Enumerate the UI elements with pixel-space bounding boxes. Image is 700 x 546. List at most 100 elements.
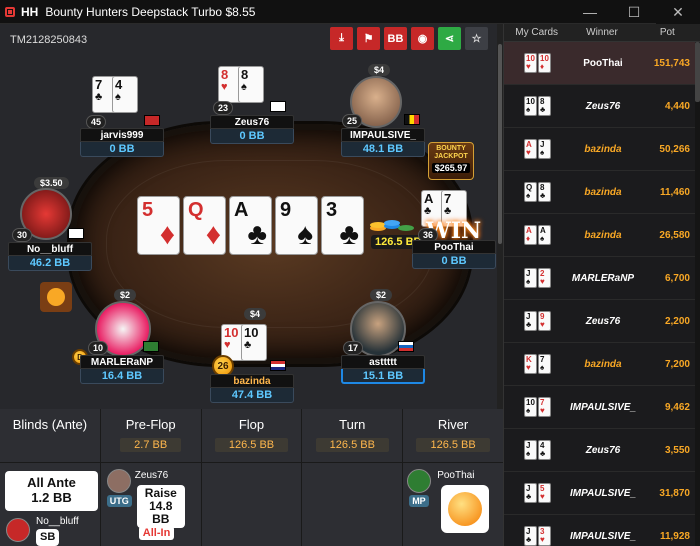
bb-toggle-button[interactable]: BB (384, 27, 407, 50)
mini-card: 10 ♠ (524, 96, 537, 116)
mini-card: J ♠ (524, 440, 537, 460)
winner-name: Zeus76 (585, 315, 621, 327)
board-card: Q ♦ (183, 196, 226, 255)
mini-card: J ♣ (524, 526, 537, 546)
mini-card: J ♠ (538, 139, 551, 159)
mini-card: 5 ♥ (538, 483, 551, 503)
seat-asttttt[interactable]: asttttt 15.1 BB (341, 355, 425, 384)
hand-row[interactable]: J ♣ 3 ♥ IMPAULSIVE_ 11,928 (504, 515, 700, 546)
player-level-badge: 23 (213, 101, 234, 115)
header-winner[interactable]: Winner (569, 27, 634, 38)
hole-cards-zeus: 8 ♥ 8 ♠ (218, 66, 264, 103)
flag-button[interactable]: ⚑ (357, 27, 380, 50)
hole-cards-jarvis: 7 ♣ 4 ♠ (92, 76, 138, 113)
title-bar: HH Bounty Hunters Deepstack Turbo $8.55 … (0, 0, 700, 24)
ante-box: All Ante 1.2 BB (5, 471, 98, 511)
seat-poothai[interactable]: PooThai 0 BB (412, 240, 496, 269)
hand-row[interactable]: 10 ♠ 8 ♣ Zeus76 4,440 (504, 85, 700, 128)
winner-name: IMPAULSIVE_ (570, 401, 636, 413)
hand-row[interactable]: 10 ♠ 7 ♥ IMPAULSIVE_ 9,462 (504, 386, 700, 429)
flag-hongkong-icon (144, 115, 160, 126)
pot-value: 4,440 (664, 100, 690, 112)
board-card: 9 ♠ (275, 196, 318, 255)
winner-name: PooThai (583, 57, 623, 69)
header-pot[interactable]: Pot (635, 27, 700, 38)
mini-card: 7 ♠ (538, 354, 551, 374)
mini-card: 10 ♠ (524, 397, 537, 417)
action-player-name: No__bluff (36, 516, 79, 527)
window-title: Bounty Hunters Deepstack Turbo $8.55 (45, 4, 256, 19)
jackpot-subtitle: JACKPOT (434, 153, 468, 160)
my-cards: J ♣ 5 ♥ (504, 483, 562, 503)
hand-row[interactable]: Q ♠ 8 ♣ bazinda 11,460 (504, 171, 700, 214)
hand-row[interactable]: A ♥ J ♠ bazinda 50,266 (504, 128, 700, 171)
hand-row[interactable]: A ♦ A ♠ bazinda 26,580 (504, 214, 700, 257)
app-name: HH (21, 4, 39, 19)
hand-row[interactable]: J ♠ 2 ♥ MARLERaNP 6,700 (504, 257, 700, 300)
sidebar-scrollbar[interactable] (695, 42, 700, 546)
position-badge: MP (409, 495, 429, 507)
mini-card: K ♥ (524, 354, 537, 374)
download-button[interactable]: ⤓ (330, 27, 353, 50)
board-card: 5 ♦ (137, 196, 180, 255)
player-level-badge: 10 (88, 341, 109, 355)
player-stack: 15.1 BB (341, 369, 425, 384)
mini-card: J ♣ (524, 311, 537, 331)
pot-value: 151,743 (653, 57, 690, 69)
hole-card: 10 ♣ (241, 324, 267, 361)
hand-id: TM2128250843 (10, 34, 88, 46)
bounty-jackpot-banner[interactable]: BOUNTY JACKPOT $265.97 (428, 142, 474, 180)
seat-bazinda[interactable]: bazinda 47.4 BB (210, 374, 294, 403)
street-preflop[interactable]: Pre-Flop 2.7 BB (101, 409, 202, 462)
seat-no-bluff[interactable]: No__bluff 46.2 BB (8, 242, 92, 271)
street-river[interactable]: River 126.5 BB (403, 409, 503, 462)
street-flop[interactable]: Flop 126.5 BB (202, 409, 303, 462)
player-level-badge: 45 (86, 115, 107, 129)
mini-card: A ♠ (538, 225, 551, 245)
mini-card: 8 ♣ (538, 182, 551, 202)
bounty-label: $2 (114, 289, 137, 301)
player-name: jarvis999 (80, 128, 164, 142)
player-avatar (6, 518, 30, 542)
player-name: Zeus76 (210, 115, 294, 129)
player-avatar (106, 469, 131, 493)
emoji-button[interactable] (40, 282, 72, 312)
pot-value: 11,460 (659, 186, 690, 198)
street-turn[interactable]: Turn 126.5 BB (302, 409, 404, 462)
favorite-star-button[interactable]: ☆ (465, 27, 488, 50)
seat-impaulsive[interactable]: IMPAULSIVE_ 48.1 BB (341, 128, 425, 157)
share-button[interactable]: ⋖ (438, 27, 461, 50)
player-avatar (407, 469, 432, 493)
seat-marleranp[interactable]: MARLERaNP 16.4 BB (80, 355, 164, 384)
smiley-icon (448, 492, 483, 526)
hand-row[interactable]: J ♠ 4 ♣ Zeus76 3,550 (504, 429, 700, 472)
hand-row[interactable]: J ♣ 5 ♥ IMPAULSIVE_ 31,870 (504, 472, 700, 515)
hand-row[interactable]: K ♥ 7 ♠ bazinda 7,200 (504, 343, 700, 386)
my-cards: K ♥ 7 ♠ (504, 354, 562, 374)
pot-value: 26,580 (659, 229, 690, 241)
flag-belgium-icon (404, 114, 420, 125)
close-button[interactable]: ✕ (656, 0, 700, 24)
table-area: TM2128250843 ⤓ ⚑ BB ◉ ⋖ ☆ 7 ♣ 4 ♠ 45 jarvi… (0, 24, 503, 409)
bounty-label: $4 (244, 308, 267, 320)
hand-row[interactable]: J ♣ 9 ♥ Zeus76 2,200 (504, 300, 700, 343)
winner-name: IMPAULSIVE_ (570, 487, 636, 499)
spy-icon[interactable]: ◉ (411, 27, 434, 50)
header-my-cards[interactable]: My Cards (504, 27, 569, 38)
mini-card: 3 ♥ (538, 526, 551, 546)
hand-row[interactable]: 10 ♥ 10 ♦ PooThai 151,743 (504, 42, 700, 85)
hole-card: 8 ♠ (238, 66, 264, 103)
my-cards: J ♣ 9 ♥ (504, 311, 562, 331)
seat-jarvis999[interactable]: jarvis999 0 BB (80, 128, 164, 157)
player-name: PooThai (412, 240, 496, 254)
seat-zeus76[interactable]: Zeus76 0 BB (210, 115, 294, 144)
player-stack: 46.2 BB (8, 256, 92, 271)
maximize-button[interactable]: ☐ (612, 0, 656, 24)
pot-value: 11,928 (659, 530, 690, 542)
action-history-panel: Blinds (Ante) Pre-Flop 2.7 BB Flop 126.5 B… (0, 409, 503, 546)
raise-action-box: Raise 14.8 BB (136, 485, 185, 528)
street-blinds[interactable]: Blinds (Ante) (0, 409, 101, 462)
mini-card: 10 ♦ (538, 53, 551, 73)
sb-label: SB (36, 529, 60, 546)
minimize-button[interactable]: — (568, 0, 612, 24)
